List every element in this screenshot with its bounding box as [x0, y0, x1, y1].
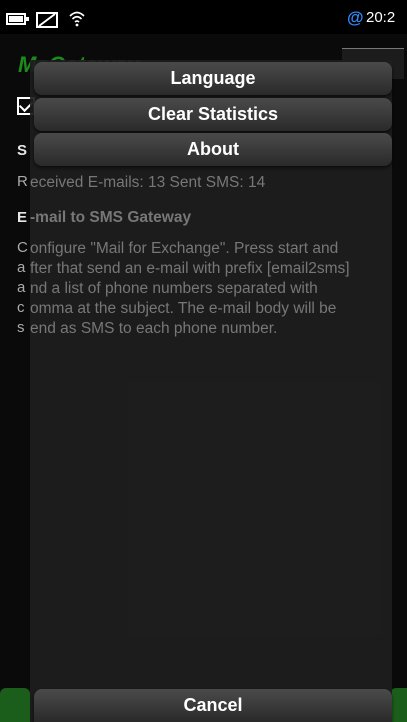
stats-text-initial: R	[17, 173, 28, 190]
stats-heading-initial: S	[17, 142, 28, 159]
menu-item-language[interactable]: Language	[34, 62, 392, 95]
status-bar: @ 20:2	[0, 0, 407, 34]
wifi-icon	[69, 11, 85, 27]
desc-initial-1: C	[17, 239, 28, 256]
screen: @ 20:2 MaGateway S R E C a a c s eceived…	[0, 0, 407, 722]
menu-item-about[interactable]: About	[34, 133, 392, 166]
email-notification-icon: @	[347, 8, 364, 27]
menu-item-clear-statistics[interactable]: Clear Statistics	[34, 98, 392, 131]
desc-initial-5: s	[17, 319, 25, 336]
stop-button-edge	[390, 688, 407, 722]
desc-initial-2: a	[17, 259, 26, 276]
description-line-4: omma at the subject. The e-mail body wil…	[30, 300, 337, 317]
status-time: 20:2	[366, 9, 396, 26]
battery-icon	[6, 13, 29, 25]
description-line-5: end as SMS to each phone number.	[30, 320, 278, 337]
description-line-3: nd a list of phone numbers separated wit…	[30, 280, 318, 297]
start-button-edge	[0, 688, 30, 722]
cancel-button[interactable]: Cancel	[34, 689, 392, 722]
desc-initial-4: c	[17, 299, 25, 316]
description-line-2: fter that send an e-mail with prefix [em…	[30, 260, 350, 277]
stats-text: eceived E-mails: 13 Sent SMS: 14	[30, 174, 266, 191]
gateway-heading-initial: E	[17, 209, 28, 226]
gateway-heading: -mail to SMS Gateway	[30, 209, 192, 226]
description-line-1: onfigure "Mail for Exchange". Press star…	[30, 240, 339, 257]
desc-initial-3: a	[17, 279, 26, 296]
sim-card-icon	[36, 12, 58, 28]
